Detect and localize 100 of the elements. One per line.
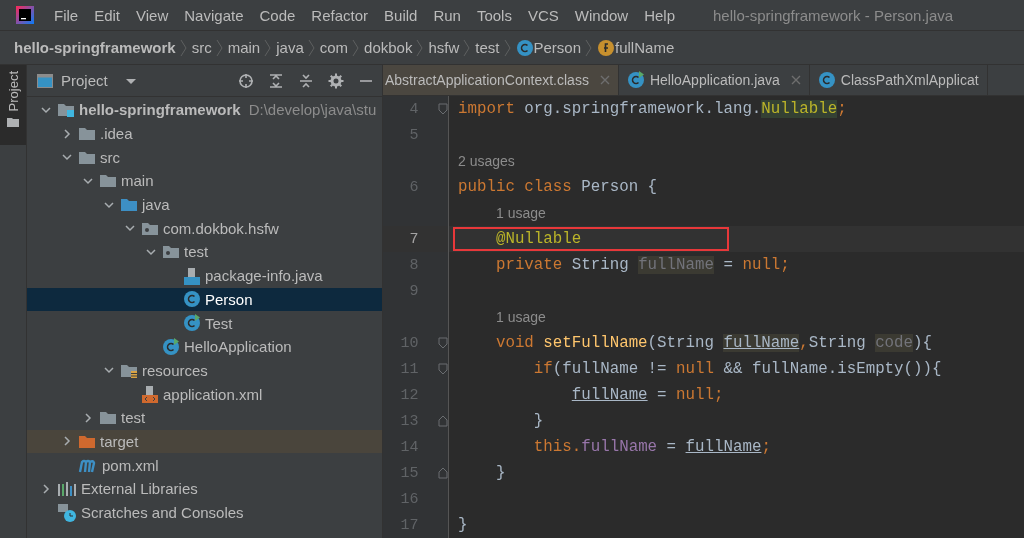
folder-icon: [78, 126, 96, 142]
line-number: 7: [408, 230, 419, 248]
breadcrumb-item[interactable]: dokbok: [364, 39, 413, 56]
module-folder-icon: [57, 102, 75, 118]
menu-item[interactable]: Code: [251, 6, 304, 24]
usage-hint[interactable]: 1 usage: [495, 205, 546, 221]
code-line: private String fullName = null;: [494, 255, 790, 275]
project-path: D:\develop\java\stu: [248, 101, 377, 119]
fold-icon[interactable]: [438, 103, 448, 115]
breadcrumb-item[interactable]: java: [276, 39, 304, 56]
collapse-all-icon[interactable]: [298, 72, 314, 89]
code-line: if(fullName != null && fullName.isEmpty()){: [532, 359, 942, 379]
menu-item[interactable]: Navigate: [176, 6, 252, 24]
tree-item[interactable]: HelloApplication: [27, 334, 382, 359]
menu-item[interactable]: Help: [636, 6, 684, 24]
fold-icon[interactable]: [438, 415, 448, 427]
chevron-right-icon: [585, 37, 594, 58]
tree-item[interactable]: com.dokbok.hsfw: [27, 216, 382, 241]
chevron-right-icon: [215, 37, 224, 58]
breadcrumb-item[interactable]: fullName: [615, 39, 675, 56]
menu-item[interactable]: Tools: [468, 6, 520, 24]
tree-item[interactable]: resources: [27, 358, 382, 383]
breadcrumb-item[interactable]: hello-springframework: [14, 39, 176, 56]
breadcrumb-item[interactable]: Person: [533, 39, 582, 56]
runnable-class-icon: [626, 71, 645, 89]
folder-icon: [78, 433, 96, 449]
menu-item[interactable]: File: [46, 6, 87, 24]
code-line: this.fullName = fullName;: [532, 437, 771, 457]
folder-icon: [78, 149, 96, 165]
tree-item[interactable]: .idea: [27, 121, 382, 146]
chevron-right-icon[interactable]: [61, 435, 73, 448]
settings-icon[interactable]: [328, 72, 344, 89]
chevron-right-icon: [463, 37, 472, 58]
class-icon: [183, 290, 201, 309]
project-view-dropdown[interactable]: Project: [37, 72, 138, 89]
project-tool-button[interactable]: Project: [0, 65, 26, 145]
code-line: }: [532, 411, 544, 431]
folder-icon: [7, 117, 19, 128]
tree-item[interactable]: Person: [27, 287, 382, 312]
menu-item[interactable]: View: [128, 6, 177, 24]
window-icon: [37, 73, 53, 88]
breadcrumb-item[interactable]: test: [475, 39, 500, 56]
xml-file-icon: [141, 385, 159, 404]
tree-item[interactable]: package-info.java: [27, 263, 382, 288]
fold-icon[interactable]: [438, 363, 448, 375]
chevron-right-icon: [416, 37, 425, 58]
chevron-right-icon[interactable]: [82, 411, 94, 424]
chevron-right-icon[interactable]: [40, 482, 52, 495]
breadcrumb-item[interactable]: main: [227, 39, 261, 56]
menu-item[interactable]: Edit: [86, 6, 129, 24]
editor-tab[interactable]: AbstractApplicationContext.class: [383, 65, 619, 95]
tree-item[interactable]: target: [27, 429, 382, 454]
libraries-icon: [57, 480, 77, 497]
tree-item[interactable]: hello-springframework D:\develop\java\stu: [27, 98, 382, 122]
locate-icon[interactable]: [238, 72, 254, 89]
chevron-right-icon[interactable]: [61, 127, 73, 140]
code-line: import org.springframework.lang.Nullable;: [458, 99, 847, 119]
app-logo-icon: [16, 6, 34, 24]
folder-icon: [99, 410, 117, 426]
tree-item[interactable]: test: [27, 405, 382, 430]
tree-item[interactable]: src: [27, 145, 382, 170]
scratches-icon: [57, 502, 77, 523]
tree-item[interactable]: test: [27, 240, 382, 264]
tree-item[interactable]: Test: [27, 311, 382, 335]
tree-item[interactable]: main: [27, 169, 382, 193]
tree-item[interactable]: application.xml: [27, 382, 382, 406]
resources-folder-icon: [120, 362, 138, 378]
package-icon: [141, 220, 159, 236]
menu-item[interactable]: Build: [376, 6, 426, 24]
code-line: }: [458, 515, 468, 535]
window-title: hello-springframework - Person.java: [713, 6, 954, 24]
code-line: }: [494, 463, 506, 483]
field-icon: [597, 38, 616, 57]
fold-icon[interactable]: [438, 337, 448, 349]
java-file-icon: [183, 266, 201, 285]
menu-item[interactable]: Window: [566, 6, 637, 24]
tree-item[interactable]: External Libraries: [27, 477, 382, 501]
menu-item[interactable]: Run: [425, 6, 469, 24]
class-icon: [515, 38, 534, 57]
menu-item[interactable]: Refactor: [303, 6, 377, 24]
runnable-class-icon: [162, 337, 180, 356]
usage-hint[interactable]: 1 usage: [495, 309, 546, 325]
package-icon: [162, 244, 180, 260]
chevron-right-icon: [179, 37, 188, 58]
tree-item[interactable]: java: [27, 192, 382, 217]
breadcrumb-item[interactable]: com: [319, 39, 349, 56]
tree-item[interactable]: Scratches and Consoles: [27, 500, 382, 525]
breadcrumb-item[interactable]: src: [191, 39, 212, 56]
class-icon: [817, 71, 836, 89]
maven-icon: [78, 457, 98, 474]
expand-all-icon[interactable]: [268, 72, 284, 89]
tree-item[interactable]: pom.xml: [27, 453, 382, 477]
folder-icon: [120, 197, 138, 213]
chevron-right-icon: [352, 37, 361, 58]
breadcrumb-item[interactable]: hsfw: [428, 39, 460, 56]
menu-item[interactable]: VCS: [519, 6, 567, 24]
usage-hint[interactable]: 2 usages: [458, 153, 515, 169]
code-line: public class Person {: [458, 177, 658, 197]
fold-icon[interactable]: [438, 467, 448, 479]
code-line: fullName = null;: [570, 385, 724, 405]
